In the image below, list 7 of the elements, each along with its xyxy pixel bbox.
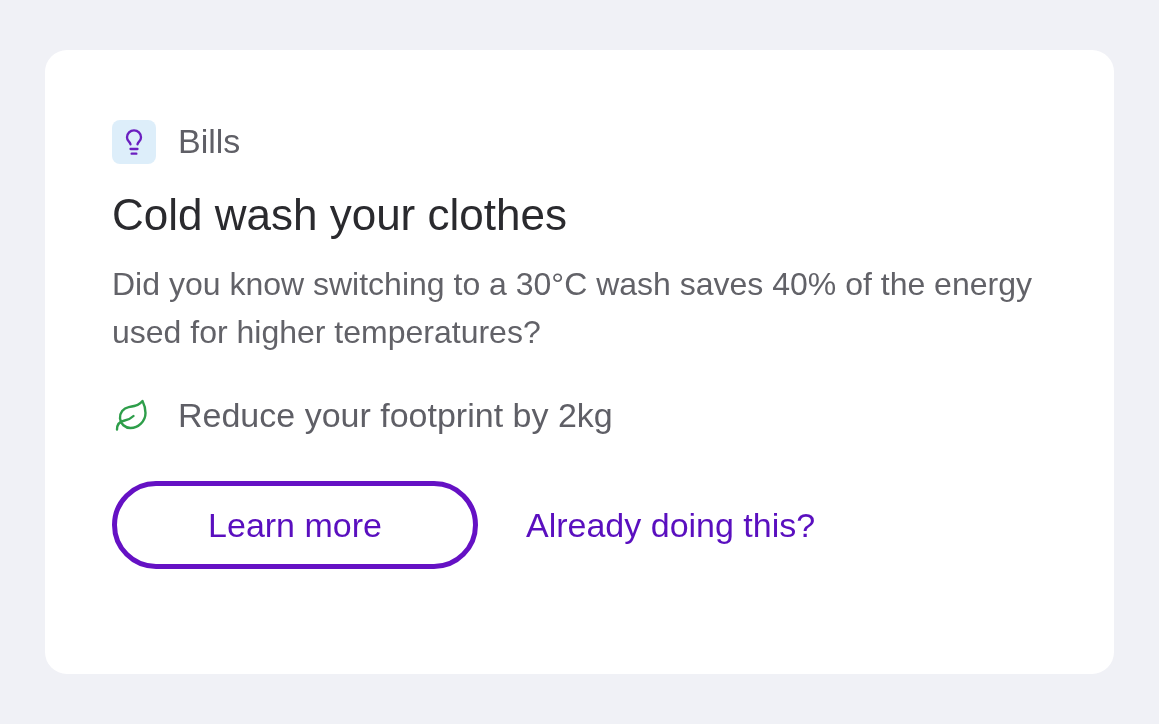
tip-title: Cold wash your clothes <box>112 189 568 241</box>
category-label: Bills <box>178 121 241 162</box>
impact-text: Reduce your footprint by 2kg <box>178 395 613 436</box>
lightbulb-icon <box>112 119 156 164</box>
already-doing-link[interactable]: Already doing this? <box>526 499 816 551</box>
tip-description: Did you know switching to a 30°C wash saves 40% of the energy used for higher temperatures? <box>112 265 1033 352</box>
learn-more-button[interactable]: Learn more <box>112 481 478 569</box>
